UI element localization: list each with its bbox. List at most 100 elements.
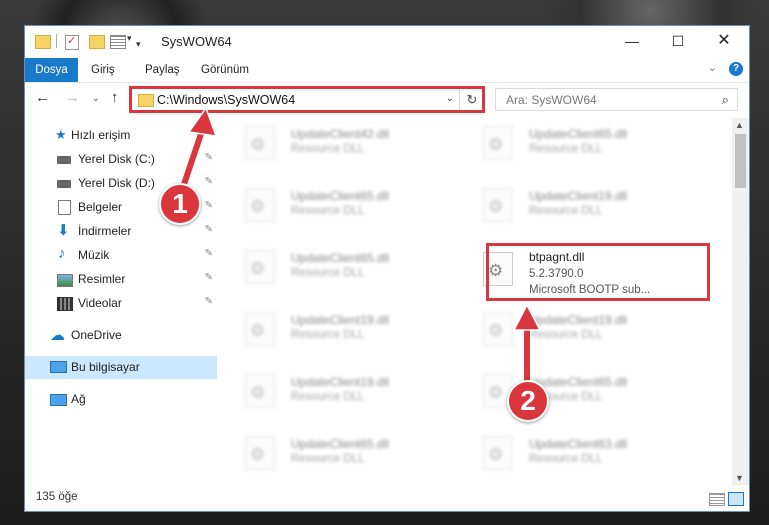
toolbar-separator	[56, 34, 57, 48]
computer-icon	[50, 361, 67, 373]
scrollbar-thumb[interactable]	[735, 134, 746, 188]
scroll-up-icon[interactable]: ▲	[735, 120, 744, 130]
step-1-badge: 1	[159, 183, 201, 225]
file-description: Resource DLL	[291, 143, 365, 155]
minimize-button[interactable]: —	[609, 26, 655, 56]
sidebar-item-label: Resimler	[78, 272, 126, 286]
sidebar-item-network[interactable]: Ağ	[25, 388, 217, 411]
file-name: UpdateClient63.dll	[529, 437, 628, 451]
list-item[interactable]: UpdateClient65.dll Resource DLL	[463, 120, 693, 164]
sidebar-item-label: Bu bilgisayar	[71, 360, 140, 374]
search-box[interactable]: Ara: SysWOW64 ⌕	[495, 88, 738, 111]
dll-file-icon	[245, 126, 275, 160]
drive-icon	[57, 180, 71, 188]
sidebar-item-label: Müzik	[78, 248, 110, 262]
back-arrow-icon[interactable]: ←	[35, 89, 50, 106]
file-highlight-box	[486, 243, 710, 301]
search-icon[interactable]: ⌕	[722, 92, 729, 108]
item-count: 135 öğe	[36, 491, 78, 503]
pin-icon[interactable]: ✎	[205, 248, 213, 259]
cloud-icon: ☁	[50, 327, 65, 344]
sidebar-item-label: İndirmeler	[78, 224, 132, 238]
list-item[interactable]: UpdateClient19.dll Resource DLL	[463, 306, 693, 350]
list-item[interactable]: UpdateClient19.dll Resource DLL	[225, 306, 455, 350]
file-name: UpdateClient42.dll	[291, 127, 390, 141]
navigation-bar: ← → ⌄ ↑ C:\Windows\SysWOW64 ⌄ ↻ Ara: Sys…	[25, 83, 749, 117]
recent-locations-icon[interactable]: ⌄	[92, 93, 100, 104]
sidebar-item-downloads[interactable]: ⬇ İndirmeler ✎	[25, 220, 217, 243]
list-item[interactable]: UpdateClient42.dll Resource DLL	[225, 120, 455, 164]
network-icon	[50, 394, 67, 406]
file-name: UpdateClient65.dll	[529, 127, 628, 141]
quick-access-dropdown-icon[interactable]: ▾	[127, 33, 132, 44]
properties-icon[interactable]	[65, 34, 79, 50]
list-item[interactable]: UpdateClient19.dll Resource DLL	[225, 368, 455, 412]
file-description: Resource DLL	[291, 267, 365, 279]
new-folder-icon[interactable]	[89, 35, 105, 49]
pin-icon[interactable]: ✎	[205, 272, 213, 283]
sidebar-item-label: Belgeler	[78, 200, 123, 214]
address-highlight-box	[129, 86, 485, 113]
dll-file-icon	[245, 188, 275, 222]
sidebar-item-videos[interactable]: Videolar ✎	[25, 292, 217, 315]
ribbon-tabs: Dosya Giriş Paylaş Görünüm ⌄ ?	[25, 58, 749, 83]
maximize-button[interactable]: ☐	[655, 26, 701, 56]
dll-file-icon	[245, 250, 275, 284]
status-bar: 135 öğe	[25, 486, 749, 511]
pictures-icon	[57, 274, 73, 287]
pin-icon[interactable]: ✎	[205, 296, 213, 307]
tab-file[interactable]: Dosya	[25, 58, 78, 82]
large-icons-view-icon[interactable]	[728, 492, 744, 506]
pin-icon[interactable]: ✎	[205, 224, 213, 235]
file-name: UpdateClient19.dll	[529, 189, 628, 203]
pin-icon[interactable]: ✎	[205, 200, 213, 211]
customize-quick-access-icon[interactable]: ▾	[136, 39, 141, 50]
drive-icon	[57, 156, 71, 164]
file-explorer-window: ▾ ▾ SysWOW64 — ☐ ✕ Dosya Giriş Paylaş Gö…	[24, 25, 750, 512]
tab-share[interactable]: Paylaş	[145, 58, 180, 82]
tab-view[interactable]: Görünüm	[201, 58, 249, 82]
scroll-down-icon[interactable]: ▼	[735, 473, 744, 483]
pin-icon[interactable]: ✎	[205, 152, 213, 163]
file-name: UpdateClient19.dll	[291, 313, 390, 327]
file-description: Resource DLL	[291, 205, 365, 217]
dll-file-icon	[483, 188, 513, 222]
sidebar-item-this-pc[interactable]: Bu bilgisayar	[25, 356, 217, 379]
list-item[interactable]: UpdateClient19.dll Resource DLL	[463, 182, 693, 226]
up-arrow-icon[interactable]: ↑	[111, 89, 119, 106]
list-item[interactable]: UpdateClient65.dll Resource DLL	[463, 368, 693, 412]
dll-file-icon	[483, 436, 513, 470]
sidebar-item-quick-access[interactable]: ★ Hızlı erişim	[25, 124, 217, 147]
list-item[interactable]: UpdateClient65.dll Resource DLL	[225, 430, 455, 474]
view-options-icon[interactable]	[110, 35, 126, 49]
file-description: Resource DLL	[529, 453, 603, 465]
dll-file-icon	[245, 436, 275, 470]
forward-arrow-icon[interactable]: →	[65, 89, 80, 106]
dll-file-icon	[245, 312, 275, 346]
folder-icon[interactable]	[35, 35, 51, 49]
videos-icon	[57, 297, 73, 311]
sidebar-item-label: Yerel Disk (C:)	[78, 152, 155, 166]
help-icon[interactable]: ?	[729, 62, 743, 76]
pin-icon[interactable]: ✎	[205, 176, 213, 187]
details-view-icon[interactable]	[709, 493, 725, 506]
navigation-pane: ★ Hızlı erişim Yerel Disk (C:) ✎ Yerel D…	[25, 118, 217, 483]
file-name: UpdateClient65.dll	[291, 189, 390, 203]
sidebar-item-pictures[interactable]: Resimler ✎	[25, 268, 217, 291]
sidebar-item-label: Ağ	[71, 392, 86, 406]
vertical-scrollbar[interactable]: ▲ ▼	[732, 118, 749, 485]
step-2-badge: 2	[507, 380, 549, 422]
file-description: Resource DLL	[529, 329, 603, 341]
sidebar-item-music[interactable]: ♪ Müzik ✎	[25, 244, 217, 267]
sidebar-item-onedrive[interactable]: ☁ OneDrive	[25, 324, 217, 347]
sidebar-item-drive-c[interactable]: Yerel Disk (C:) ✎	[25, 148, 217, 171]
search-placeholder[interactable]: Ara: SysWOW64	[506, 93, 597, 107]
list-item[interactable]: UpdateClient65.dll Resource DLL	[225, 182, 455, 226]
expand-ribbon-icon[interactable]: ⌄	[708, 61, 717, 74]
list-item[interactable]: UpdateClient65.dll Resource DLL	[225, 244, 455, 288]
close-button[interactable]: ✕	[701, 26, 747, 56]
file-name: UpdateClient65.dll	[291, 437, 390, 451]
tab-home[interactable]: Giriş	[91, 58, 115, 82]
list-item[interactable]: UpdateClient63.dll Resource DLL	[463, 430, 693, 474]
window-title: SysWOW64	[161, 34, 232, 49]
